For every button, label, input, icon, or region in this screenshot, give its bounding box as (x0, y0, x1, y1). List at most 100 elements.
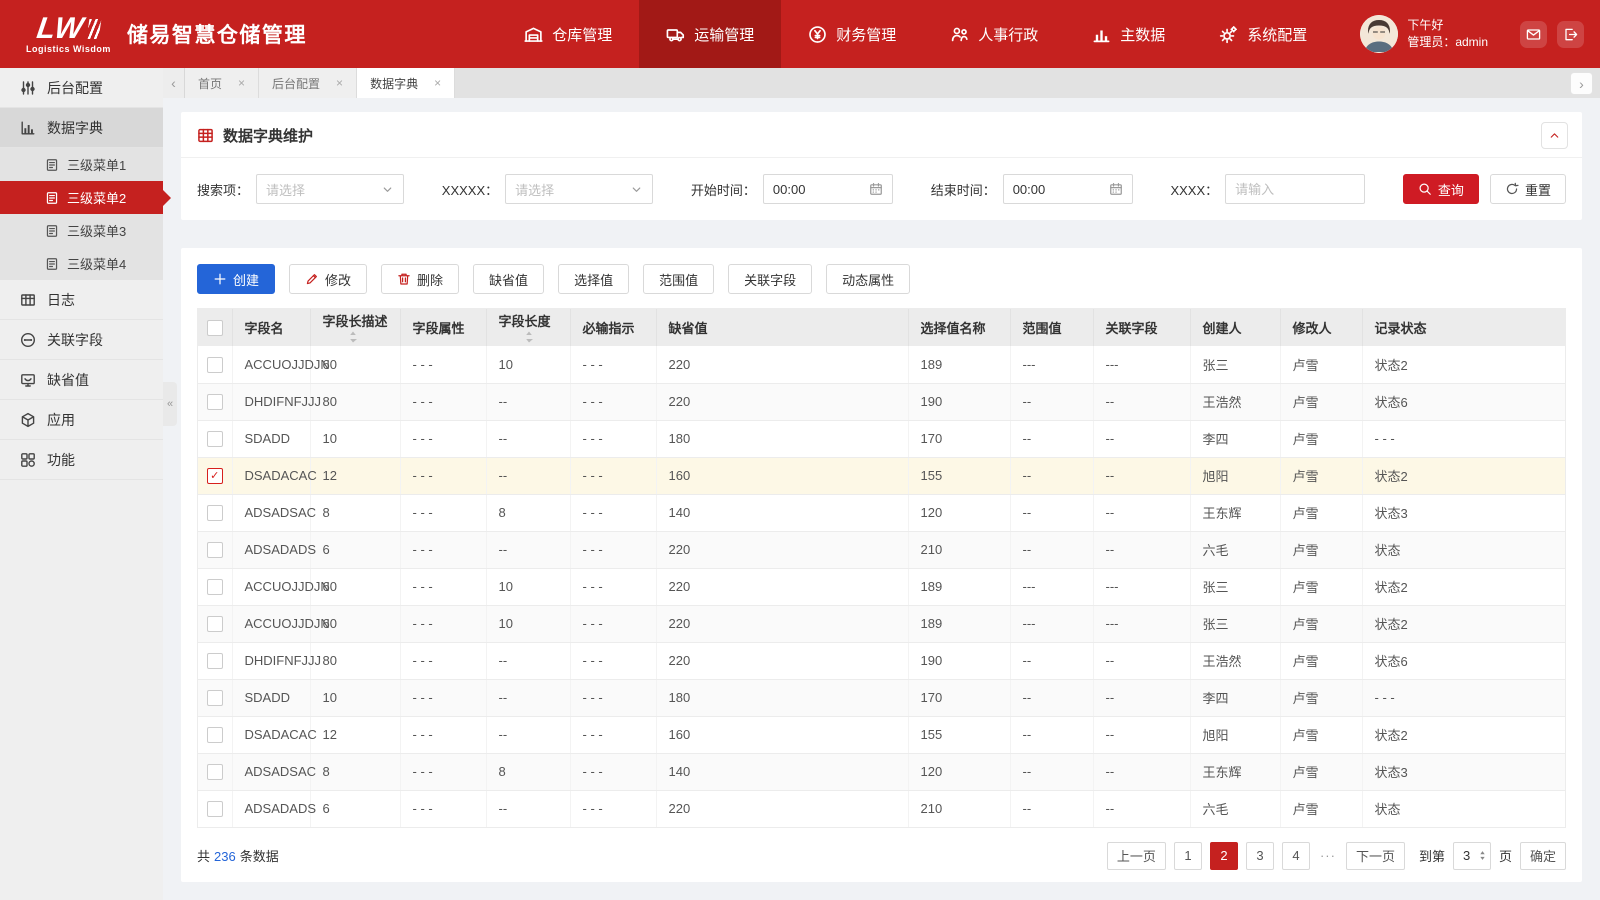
tab-2[interactable]: 数据字典 (357, 68, 456, 98)
tab-close-icon[interactable] (238, 76, 245, 90)
table-cell: 王浩然 (1190, 642, 1281, 680)
table-cell: -- (1093, 383, 1191, 421)
goto-page-input[interactable]: 3 (1452, 841, 1491, 870)
sidebar-subitem-3[interactable]: 三级菜单4 (0, 247, 163, 280)
tab-close-icon[interactable] (434, 76, 441, 90)
toolbar-button-5[interactable]: 范围值 (643, 264, 715, 294)
tab-scroll-right-button[interactable] (1570, 72, 1593, 95)
calendar-icon[interactable] (869, 182, 883, 196)
toolbar-button-0[interactable]: 创建 (197, 264, 276, 294)
table-cell: -- (486, 457, 571, 495)
page-button-2[interactable]: 2 (1209, 841, 1238, 870)
sidebar-item-3[interactable]: 关联字段 (0, 320, 163, 360)
sidebar-subitem-1[interactable]: 三级菜单2 (0, 181, 171, 214)
table-cell: ACCUOJJDJN (232, 568, 330, 606)
user-greeting: 下午好 (1407, 18, 1444, 32)
row-checkbox[interactable] (206, 763, 223, 780)
nav-item-4[interactable]: 主数据 (1065, 0, 1192, 68)
row-checkbox[interactable] (206, 430, 223, 447)
logout-button[interactable] (1557, 20, 1584, 48)
doc-icon (45, 158, 59, 172)
calendar-icon[interactable] (1109, 182, 1123, 196)
table-cell: - - - (570, 346, 657, 384)
tab-scroll-left-button[interactable] (163, 68, 185, 98)
page-button-3[interactable]: 3 (1245, 841, 1274, 870)
sidebar-item-2[interactable]: 日志 (0, 280, 163, 320)
page-ellipsis[interactable]: ··· (1318, 848, 1338, 863)
nav-item-1[interactable]: 运输管理 (639, 0, 782, 68)
avatar[interactable] (1360, 15, 1399, 53)
user-box: 下午好 管理员：admin (1360, 15, 1488, 53)
sort-icon[interactable] (525, 331, 533, 343)
table-cell: 170 (908, 679, 1011, 717)
row-checkbox[interactable] (206, 726, 223, 743)
table-cell: - - - (400, 716, 487, 754)
nav-item-5[interactable]: 系统配置 (1192, 0, 1334, 68)
row-checkbox[interactable] (206, 615, 223, 632)
row-checkbox[interactable] (206, 578, 223, 595)
tab-1[interactable]: 后台配置 (259, 68, 358, 98)
select-all-checkbox[interactable] (206, 319, 223, 336)
row-checkbox[interactable] (206, 800, 223, 817)
table-row-6: ACCUOJJDJN 60- - -10- - -220 189 --- --- 张三 卢雪… (198, 568, 1565, 606)
nav-item-2[interactable]: 财务管理 (781, 0, 923, 68)
nav-item-3[interactable]: 人事行政 (923, 0, 1065, 68)
tab-0[interactable]: 首页 (185, 68, 260, 98)
row-checkbox[interactable] (206, 504, 223, 521)
table-cell: 220 (656, 531, 909, 569)
column-header-11: 记录状态 (1362, 309, 1565, 346)
next-page-button[interactable]: 下一页 (1345, 841, 1405, 870)
toolbar-button-7[interactable]: 动态属性 (826, 264, 911, 294)
sidebar-collapse-handle[interactable] (163, 382, 177, 426)
query-button[interactable]: 查询 (1402, 174, 1479, 204)
table-cell: 卢雪 (1280, 457, 1363, 495)
table-cell: 8 (310, 494, 401, 532)
row-checkbox[interactable] (206, 652, 223, 669)
row-checkbox[interactable] (206, 356, 223, 373)
toolbar-button-6[interactable]: 关联字段 (728, 264, 813, 294)
row-checkbox[interactable] (206, 541, 223, 558)
table-cell: 189 (908, 605, 1011, 643)
reset-button[interactable]: 重置 (1489, 174, 1566, 204)
table-grid-icon (197, 127, 214, 144)
spinner-icon[interactable] (1479, 850, 1486, 861)
sidebar-item-5[interactable]: 应用 (0, 400, 163, 440)
table-cell: - - - (570, 568, 657, 606)
xxxxx-select[interactable]: 请选择 (505, 174, 654, 204)
sort-icon[interactable] (349, 331, 357, 343)
tab-close-icon[interactable] (336, 76, 343, 90)
table-cell: 六毛 (1190, 531, 1281, 569)
sidebar-item-4[interactable]: 缺省值 (0, 360, 163, 400)
search-item-select[interactable]: 请选择 (256, 174, 405, 204)
row-checkbox[interactable] (206, 689, 223, 706)
panel-collapse-button[interactable] (1541, 122, 1568, 149)
page-button-1[interactable]: 1 (1173, 841, 1202, 870)
page-button-4[interactable]: 4 (1281, 841, 1310, 870)
toolbar-button-3[interactable]: 缺省值 (473, 264, 545, 294)
sidebar-item-0[interactable]: 后台配置 (0, 68, 163, 108)
confirm-button[interactable]: 确定 (1519, 841, 1566, 870)
sidebar-subitem-0[interactable]: 三级菜单1 (0, 148, 163, 181)
sidebar-subitem-2[interactable]: 三级菜单3 (0, 214, 163, 247)
toolbar-button-4[interactable]: 选择值 (558, 264, 630, 294)
mail-button[interactable] (1520, 20, 1547, 48)
end-time-input[interactable]: 00:00 (1002, 174, 1133, 204)
search-icon (1418, 182, 1432, 196)
sidebar-item-6[interactable]: 功能 (0, 440, 163, 480)
table-cell: 189 (908, 568, 1011, 606)
row-checkbox[interactable] (206, 393, 223, 410)
toolbar-button-2[interactable]: 删除 (381, 264, 460, 294)
table-cell: --- (1093, 605, 1191, 643)
start-time-input[interactable]: 00:00 (762, 174, 893, 204)
nav-item-0[interactable]: 仓库管理 (497, 0, 639, 68)
row-checkbox[interactable] (206, 467, 223, 484)
total-prefix: 共 (197, 849, 211, 864)
table-cell: --- (1010, 605, 1094, 643)
toolbar-button-1[interactable]: 修改 (289, 264, 368, 294)
sidebar-item-1[interactable]: 数据字典 (0, 108, 163, 148)
prev-page-button[interactable]: 上一页 (1106, 841, 1166, 870)
table-cell: 8 (486, 494, 571, 532)
table-cell: 10 (486, 568, 571, 606)
table-cell: 80 (310, 383, 401, 421)
xxxx-input[interactable] (1225, 174, 1366, 204)
